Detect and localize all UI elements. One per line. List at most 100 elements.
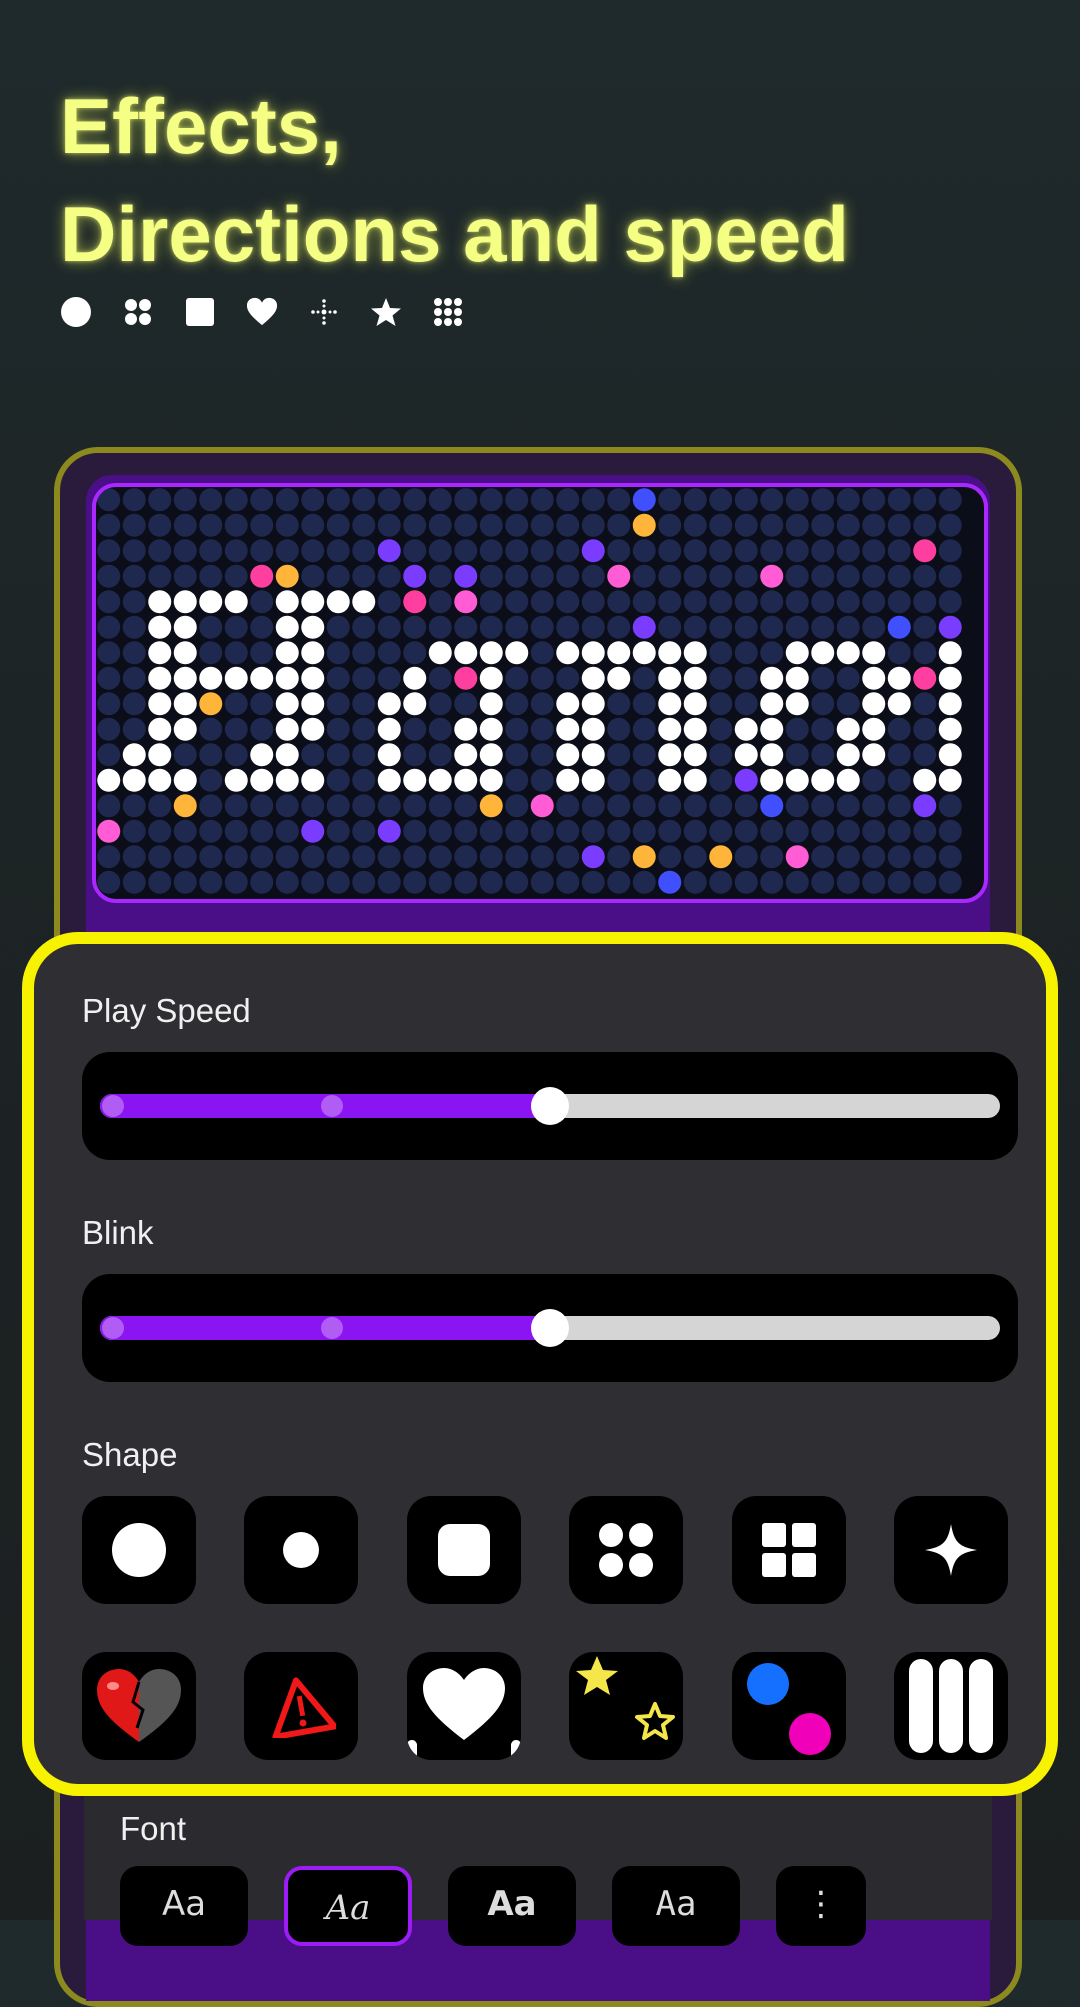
led-dot [352, 615, 376, 639]
vertical-bars-icon [908, 1659, 993, 1753]
led-dot [403, 590, 427, 614]
led-dot-on [862, 743, 886, 767]
led-dot [326, 870, 350, 894]
led-dot [352, 717, 376, 741]
shape-blue-pink-dots[interactable] [731, 1652, 846, 1760]
shape-circle-large[interactable] [82, 1496, 196, 1604]
led-dot-on [173, 615, 197, 639]
led-dot-on [581, 743, 605, 767]
led-dot [530, 794, 554, 818]
led-dot [632, 539, 656, 563]
led-dot [709, 564, 733, 588]
led-dot [581, 870, 605, 894]
led-dot-on [148, 590, 172, 614]
led-dot [913, 870, 937, 894]
font-option-1[interactable]: Aa [120, 1866, 248, 1946]
led-preview-screen[interactable] [92, 483, 988, 903]
led-dot-on [479, 743, 503, 767]
shape-sparkle[interactable] [893, 1496, 1008, 1604]
led-dot [505, 488, 529, 512]
shape-split-heart[interactable] [82, 1652, 196, 1760]
led-dot-on [683, 768, 707, 792]
led-dot [148, 845, 172, 869]
led-dot-on [275, 717, 299, 741]
led-dot-on [275, 768, 299, 792]
led-dot-on [199, 666, 223, 690]
led-dot [836, 794, 860, 818]
led-dot [454, 794, 478, 818]
led-dot [862, 590, 886, 614]
led-dot [224, 717, 248, 741]
led-dot [862, 794, 886, 818]
blink-track[interactable] [100, 1309, 1000, 1347]
led-dot-on [785, 641, 809, 665]
led-dot [301, 819, 325, 843]
font-option-2[interactable]: Aa [284, 1866, 412, 1946]
shape-stars[interactable] [569, 1652, 684, 1760]
blink-thumb[interactable] [531, 1309, 569, 1347]
play-speed-slider[interactable] [82, 1052, 1018, 1160]
led-dot [352, 564, 376, 588]
shape-four-dots[interactable] [569, 1496, 684, 1604]
led-dot [607, 717, 631, 741]
four-dots-icon [122, 296, 154, 328]
font-option-3[interactable]: Aa [448, 1866, 576, 1946]
led-dot [301, 743, 325, 767]
led-dot [454, 870, 478, 894]
shape-heart-pattern[interactable] [406, 1652, 521, 1760]
blink-slider[interactable] [82, 1274, 1018, 1382]
led-dot-on [556, 768, 580, 792]
led-dot [556, 488, 580, 512]
led-dot [454, 845, 478, 869]
led-dot [913, 743, 937, 767]
led-dot [505, 615, 529, 639]
play-speed-thumb[interactable] [531, 1087, 569, 1125]
led-dot-on [301, 641, 325, 665]
led-dot [734, 768, 758, 792]
led-dot [505, 794, 529, 818]
led-dot-on [836, 717, 860, 741]
title-line-1: Effects, [60, 82, 342, 170]
led-dot-on [173, 590, 197, 614]
led-dot [530, 615, 554, 639]
font-more-button[interactable]: ⋮ [776, 1866, 866, 1946]
led-dot-on [785, 692, 809, 716]
led-dot [658, 513, 682, 537]
blink-label: Blink [82, 1214, 154, 1251]
led-dot [122, 513, 146, 537]
led-dot [250, 641, 274, 665]
led-dot [530, 743, 554, 767]
grid-dots-icon [432, 296, 464, 328]
led-dot [479, 819, 503, 843]
play-speed-track[interactable] [100, 1087, 1000, 1125]
shape-circle-small[interactable] [244, 1496, 359, 1604]
shape-warning[interactable] [244, 1652, 359, 1760]
led-dot [556, 666, 580, 690]
shape-four-squares[interactable] [731, 1496, 846, 1604]
font-option-4[interactable]: Aa [612, 1866, 740, 1946]
led-dot [428, 615, 452, 639]
shape-rounded-square[interactable] [406, 1496, 521, 1604]
led-dot [301, 564, 325, 588]
led-dot [352, 641, 376, 665]
led-dot-on [122, 743, 146, 767]
led-dot [224, 539, 248, 563]
led-dot [97, 488, 121, 512]
led-dot-on [275, 743, 299, 767]
led-dot [938, 794, 962, 818]
led-dot [275, 564, 299, 588]
led-dot [658, 794, 682, 818]
led-dot [607, 819, 631, 843]
led-dot [454, 615, 478, 639]
led-dot [632, 768, 656, 792]
led-dot-on [862, 666, 886, 690]
led-dot-on [811, 768, 835, 792]
led-dot [607, 743, 631, 767]
blue-pink-dots-icon [746, 1663, 831, 1755]
led-dot [505, 717, 529, 741]
led-dot [97, 615, 121, 639]
led-dot [250, 870, 274, 894]
led-dot [836, 615, 860, 639]
shape-vertical-bars[interactable] [893, 1652, 1008, 1760]
led-dot [683, 615, 707, 639]
